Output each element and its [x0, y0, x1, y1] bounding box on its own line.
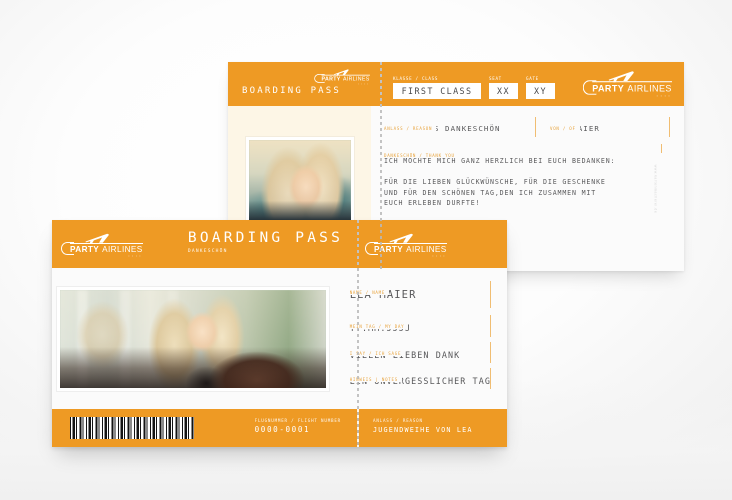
brand-logo-front-left: PARTY AIRLINES ::::: [61, 233, 143, 259]
class-label: KLASSE / CLASS: [393, 76, 439, 81]
back-card-header: BOARDING PASS PARTY AIRLINES :::: KLASSE…: [228, 62, 684, 106]
front-card-title: BOARDING PASS: [187, 230, 343, 246]
front-card-fields-panel: NAME / NAME LEA MAIER MEIN TAG / MY DAY …: [335, 268, 507, 409]
watermark-text: www.kartenmacherei.de: [653, 164, 658, 213]
von-label: VON / OF: [550, 126, 580, 131]
brand-name-light: AIRLINES: [406, 244, 447, 254]
back-card-title: BOARDING PASS: [242, 86, 342, 96]
brand-logo-small: PARTY AIRLINES ::::: [314, 69, 370, 86]
front-card-header: PARTY AIRLINES :::: BOARDING PASS DANKES…: [52, 220, 507, 268]
boarding-pass-front-card[interactable]: PARTY AIRLINES :::: BOARDING PASS DANKES…: [52, 220, 507, 447]
front-card-footer: FLUGNUMMER / FLIGHT NUMBER 0000-0001 ANL…: [52, 409, 507, 447]
seat-value: XX: [489, 83, 518, 99]
class-field: KLASSE / CLASS FIRST CLASS: [393, 76, 481, 99]
front-card-footer-left: FLUGNUMMER / FLIGHT NUMBER 0000-0001: [52, 409, 357, 447]
brand-name-light: AIRLINES: [343, 76, 370, 83]
thank-you-message: ICH MÖCHTE MICH GANZ HERZLICH BEI EUCH B…: [384, 157, 616, 228]
perforation-line-body: [380, 62, 382, 271]
seat-field: SEAT XX: [489, 76, 518, 99]
brand-dots: ::::: [656, 93, 672, 98]
front-card-header-left: PARTY AIRLINES :::: BOARDING PASS DANKES…: [52, 220, 357, 268]
front-card-subtitle: DANKESCHÖN: [187, 248, 228, 254]
anlass-field: ANLASS / REASON HERZLICHES DANKESCHÖN: [384, 115, 536, 137]
flight-number-field: FLUGNUMMER / FLIGHT NUMBER 0000-0001: [255, 418, 341, 434]
back-card-top-fields: ANLASS / REASON HERZLICHES DANKESCHÖN VO…: [384, 115, 670, 137]
i-say-field: I SAY / ICH SAGE VIELEN LIEBEN DANK: [349, 340, 491, 363]
brand-logo-front-right: PARTY AIRLINES ::::: [365, 233, 447, 259]
front-card-title-block: BOARDING PASS DANKESCHÖN: [188, 231, 343, 254]
photo-layer-color-grade: [60, 289, 327, 388]
dankeschoen-label: DANKESCHÖN / THANK YOU: [384, 153, 459, 158]
name-field: NAME / NAME LEA MAIER: [349, 279, 491, 308]
back-card-header-right: KLASSE / CLASS FIRST CLASS SEAT XX GATE …: [380, 62, 684, 106]
brand-name-bold: PARTY: [592, 83, 625, 94]
wide-photo: [57, 286, 330, 391]
notes-field: HINWEIS | NOTES EIN UNVERGESSLICHER TAG: [349, 366, 491, 389]
brand-logo-large: PARTY AIRLINES ::::: [582, 71, 672, 98]
anlass-label: ANLASS / REASON: [384, 126, 437, 131]
my-day-field: MEIN TAG / MY DAY TT.MM.JJJJ: [349, 313, 491, 337]
flight-number-label: FLUGNUMMER / FLIGHT NUMBER: [254, 418, 341, 423]
gate-field: GATE XY: [526, 76, 555, 99]
back-card-header-left: BOARDING PASS PARTY AIRLINES ::::: [228, 62, 380, 106]
name-label: NAME / NAME: [349, 290, 390, 295]
flight-number-value: 0000-0001: [254, 425, 311, 434]
brand-name-bold: PARTY: [322, 76, 342, 83]
barcode-icon: [70, 417, 194, 439]
perforation-line-front-footer: [357, 409, 359, 447]
footer-anlass-label: ANLASS / REASON: [373, 418, 423, 423]
front-card-photo-panel: [52, 268, 335, 409]
von-field: VON / OF LEA MAIER: [550, 115, 670, 137]
brand-dots: ::::: [431, 253, 447, 258]
footer-anlass-value: JUGENDWEIHE VON LEA: [373, 426, 473, 434]
gate-value: XY: [526, 83, 555, 99]
brand-name-bold: PARTY: [70, 245, 100, 255]
front-card-footer-right: ANLASS / REASON JUGENDWEIHE VON LEA: [357, 409, 507, 447]
seat-label: SEAT: [489, 76, 502, 81]
brand-dots: ::::: [358, 82, 370, 86]
dankeschoen-field: DANKESCHÖN / THANK YOU: [384, 142, 662, 158]
brand-name-light: AIRLINES: [627, 83, 672, 94]
front-card-body: NAME / NAME LEA MAIER MEIN TAG / MY DAY …: [52, 220, 507, 447]
brand-dots: ::::: [127, 254, 143, 259]
class-value: FIRST CLASS: [393, 83, 481, 99]
brand-name-bold: PARTY: [374, 244, 404, 254]
gate-label: GATE: [526, 76, 539, 81]
brand-name-light: AIRLINES: [102, 245, 143, 255]
